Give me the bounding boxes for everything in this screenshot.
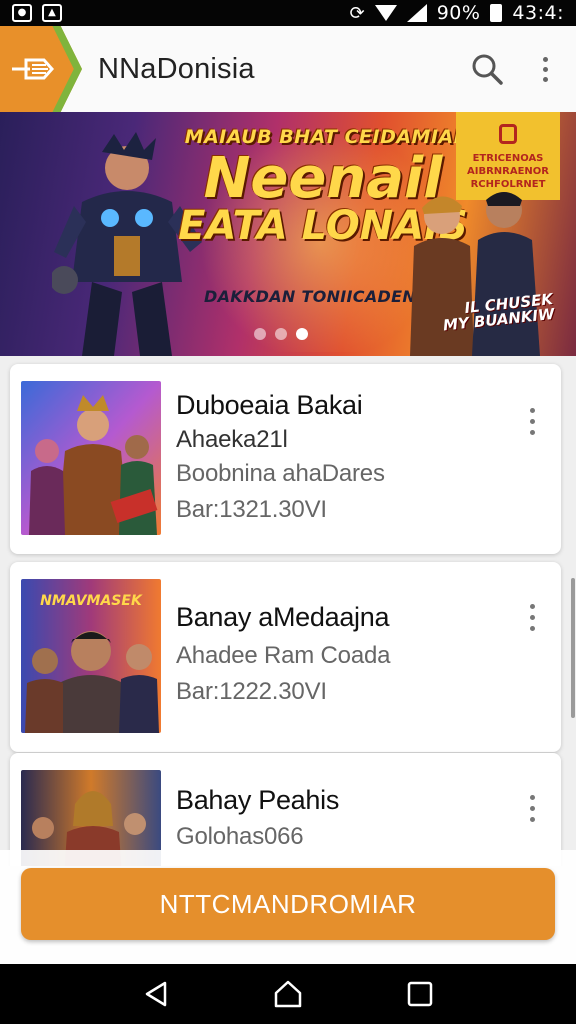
item-title: Bahay Peahis (176, 785, 340, 815)
system-nav-bar (0, 964, 576, 1024)
search-icon[interactable] (471, 53, 503, 85)
app-logo[interactable] (0, 26, 82, 112)
item-title: Duboeaia Bakai (176, 390, 363, 420)
sync-icon: ⟳ (349, 2, 365, 24)
carousel-dot[interactable] (275, 328, 287, 340)
item-title: Banay aMedaajna (176, 602, 390, 632)
home-icon[interactable] (268, 974, 308, 1014)
back-icon[interactable] (136, 974, 176, 1014)
app-screen: ● ▲ ⟳ 90% 43:4: NNaDonisia MAIAUB BHAT C… (0, 0, 576, 1024)
badge-line: AIBRNRAENOR (467, 166, 549, 177)
thumbnail-title: NMAVMASEK (40, 593, 143, 609)
item-subtitle: Ahaeka21l (176, 426, 288, 453)
item-thumbnail: NMAVMASEK (21, 579, 161, 733)
carousel-dot[interactable] (254, 328, 266, 340)
badge-line: ETRICENOAS (472, 153, 544, 164)
battery-icon (490, 4, 503, 22)
app-bar: NNaDonisia (0, 26, 576, 112)
carousel-indicator (254, 328, 308, 340)
item-subtitle: Golohas066 (176, 823, 304, 850)
recents-icon[interactable] (400, 974, 440, 1014)
list-item[interactable]: NMAVMASEK Banay aMedaajna Ahadee Ram Coa… (10, 562, 561, 752)
primary-action-button[interactable]: NTTCMANDROMIAR (21, 868, 555, 940)
bottom-action-area: NTTCMANDROMIAR (0, 850, 576, 964)
image-notification-icon: ▲ (42, 4, 62, 22)
more-vert-icon[interactable] (530, 408, 535, 441)
banner-headline-top: MAIAUB BHAT CEIDAMIAI (184, 126, 462, 148)
carousel-dot-active[interactable] (296, 328, 308, 340)
list-item[interactable]: Duboeaia Bakai Ahaeka21l Boobnina ahaDar… (10, 364, 561, 554)
status-bar: ● ▲ ⟳ 90% 43:4: (0, 0, 576, 26)
notification-icon: ● (12, 4, 32, 22)
item-meta: Bar:1222.30VI (176, 678, 327, 705)
more-vert-icon[interactable] (543, 56, 548, 82)
banner-tagline: DAKKDAN TONIICADEN (204, 287, 417, 306)
item-meta: Bar:1321.30VI (176, 496, 327, 523)
scrollbar[interactable] (571, 578, 575, 718)
game-list: Duboeaia Bakai Ahaeka21l Boobnina ahaDar… (0, 356, 576, 866)
more-vert-icon[interactable] (530, 795, 535, 828)
item-description: Boobnina ahaDares (176, 460, 385, 487)
more-vert-icon[interactable] (530, 604, 535, 637)
badge-emblem-icon (499, 124, 517, 144)
signal-icon (406, 4, 427, 22)
item-subtitle: Ahadee Ram Coada (176, 642, 391, 669)
item-thumbnail (21, 381, 161, 535)
wifi-icon (374, 5, 397, 21)
battery-percent: 90% (436, 2, 481, 24)
promo-banner[interactable]: MAIAUB BHAT CEIDAMIAI Neenail EATA LONAI… (0, 112, 576, 356)
app-title: NNaDonisia (98, 52, 255, 85)
logo-mark-icon (12, 58, 55, 80)
clock: 43:4: (512, 2, 564, 24)
